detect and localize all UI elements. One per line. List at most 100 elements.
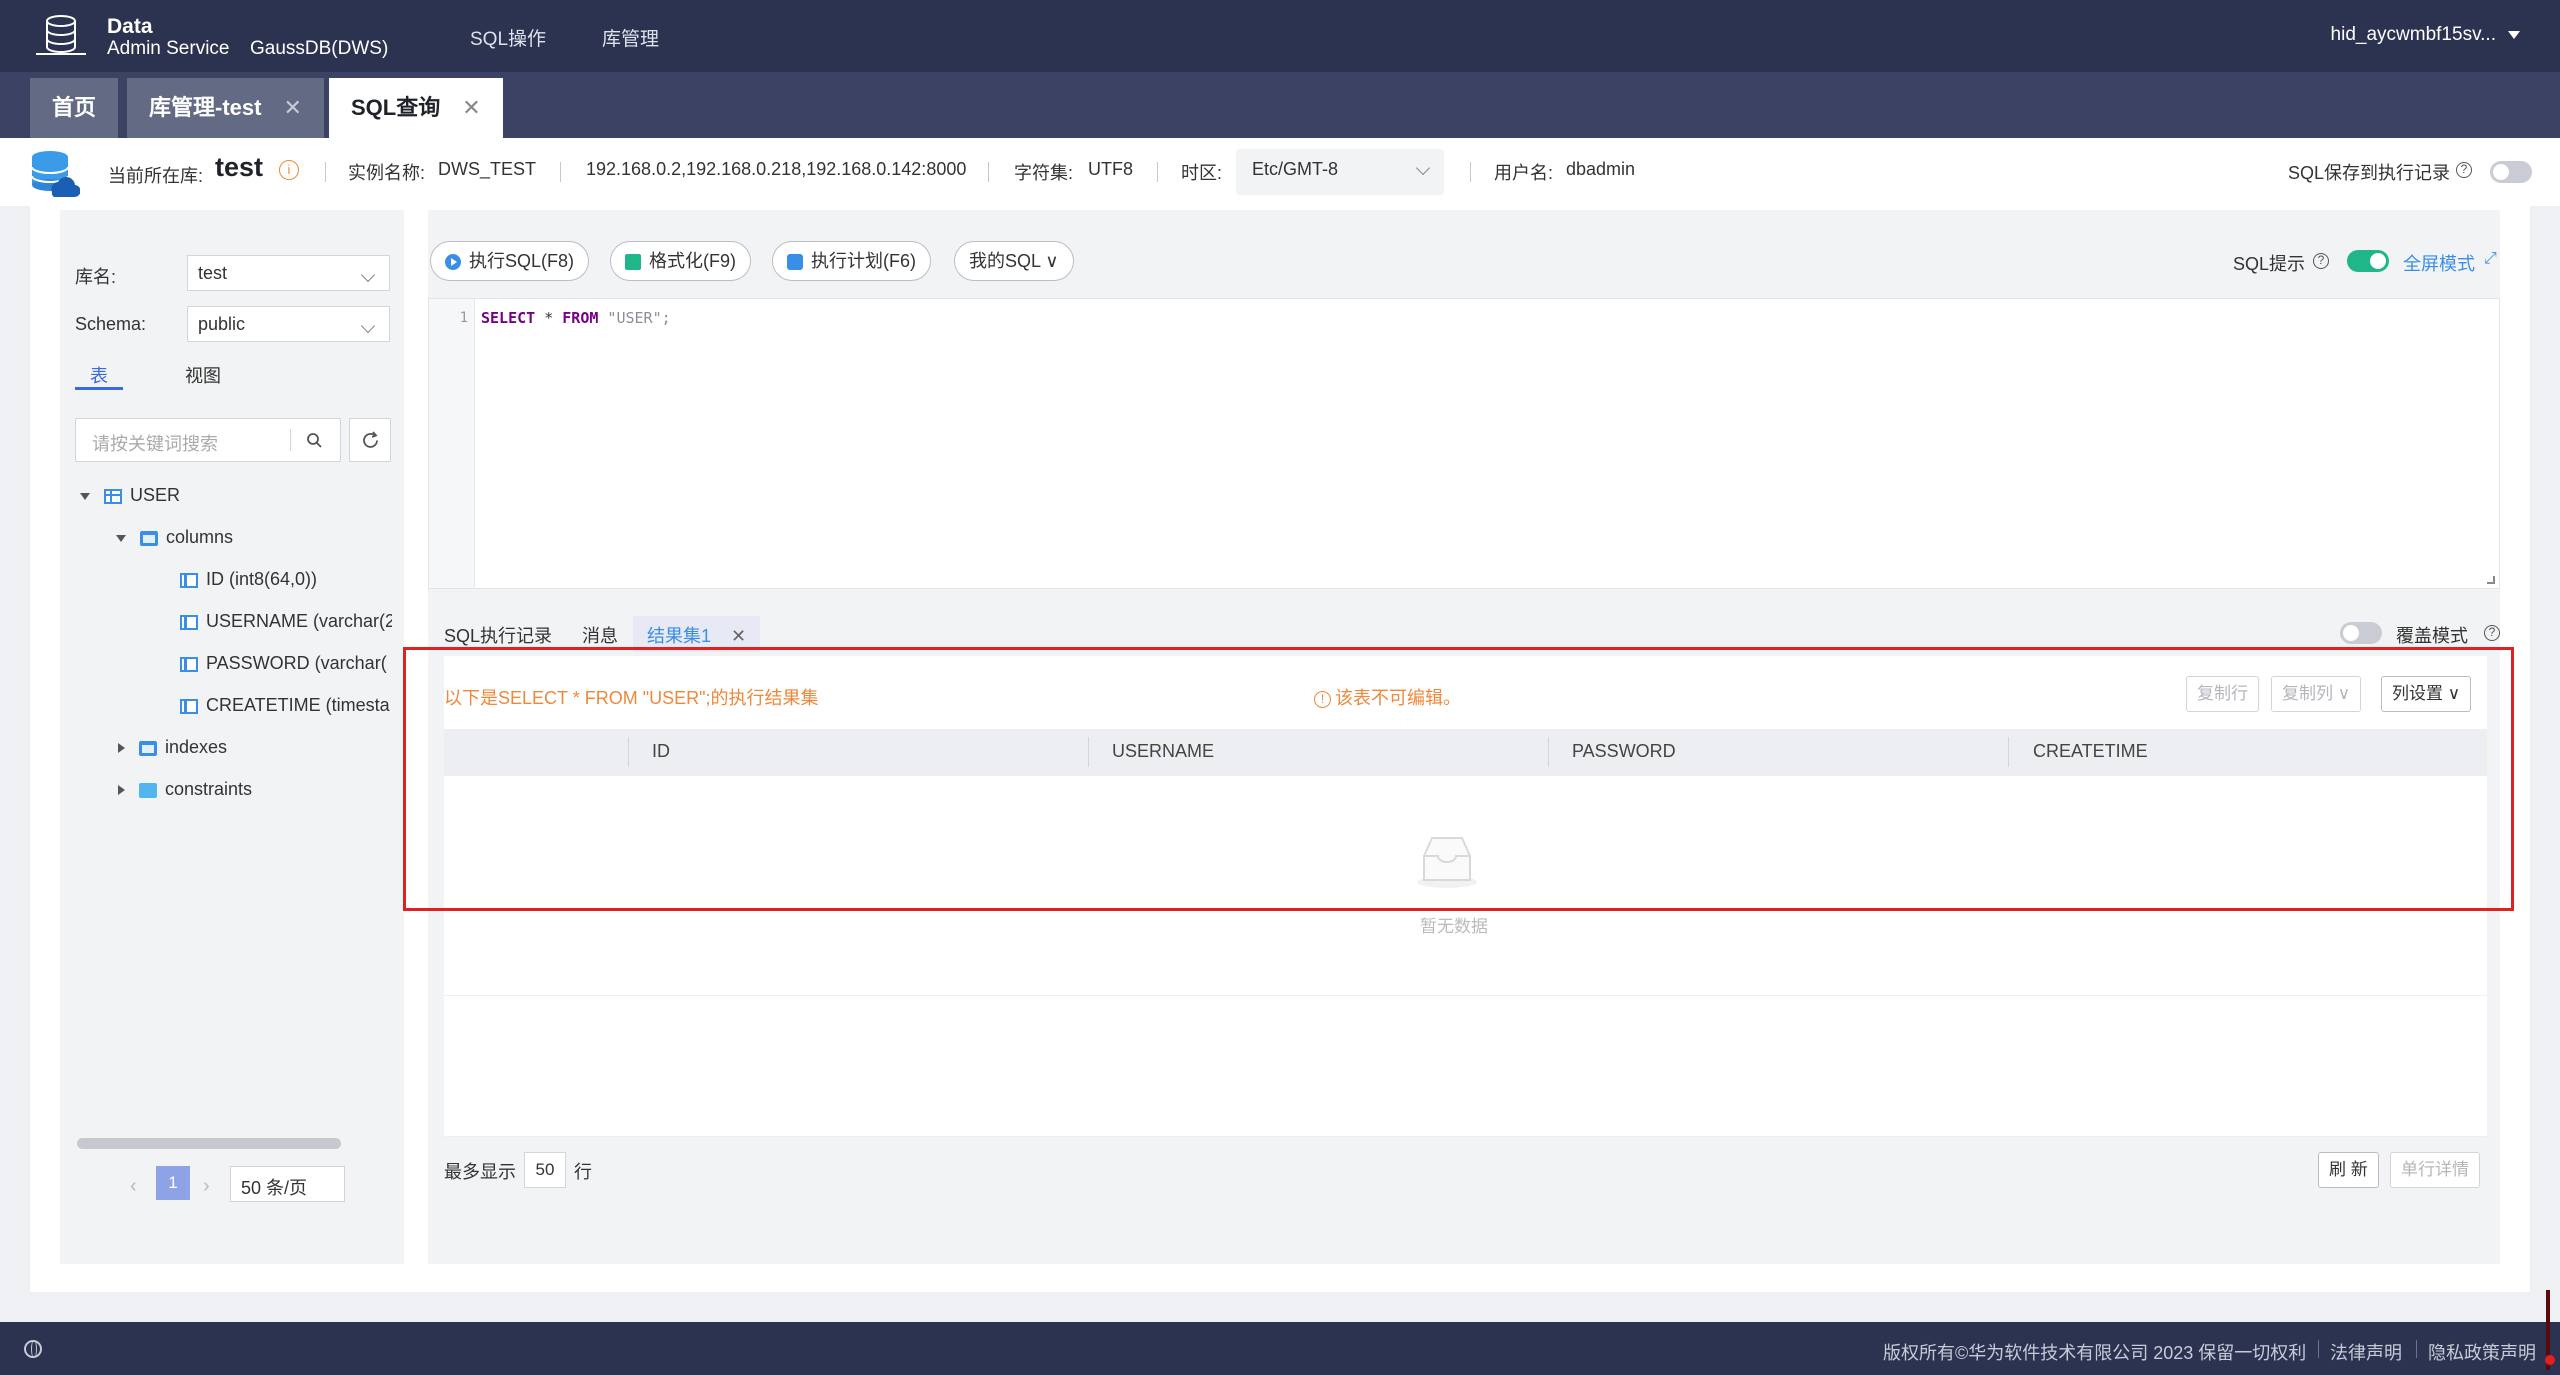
save-record-toggle[interactable]	[2490, 161, 2532, 183]
sql-hint-label: SQL提示	[2233, 254, 2306, 274]
current-db-name: test	[215, 152, 264, 182]
privacy-link[interactable]: 隐私政策声明	[2428, 1339, 2536, 1365]
page-size-select[interactable]: 50 条/页	[230, 1166, 345, 1202]
tab-sql-query[interactable]: SQL查询 ✕	[329, 78, 503, 138]
row-detail-button[interactable]: 单行详情	[2390, 1152, 2480, 1188]
brand-line2: Admin Service	[107, 38, 230, 59]
legal-link[interactable]: 法律声明	[2330, 1339, 2402, 1365]
sql-keyword: SELECT	[481, 309, 536, 327]
column-name: ID (int8(64,0))	[206, 569, 318, 589]
tab-messages[interactable]: 消息	[582, 622, 618, 648]
top-bar: Data Admin Service GaussDB(DWS) SQL操作 库管…	[0, 0, 2560, 72]
tree-node-column[interactable]: PASSWORD (varchar(	[180, 650, 392, 676]
save-record-label: SQL保存到执行记录	[2288, 163, 2451, 183]
column-name: USERNAME (varchar(2	[206, 611, 392, 631]
sql-editor[interactable]: 1 SELECT * FROM "USER";	[428, 298, 2500, 589]
timezone-select[interactable]: Etc/GMT-8	[1236, 149, 1444, 195]
charset-value: UTF8	[1088, 159, 1133, 179]
chevron-down-icon: ∨	[1040, 251, 1059, 271]
schema-select[interactable]: public	[187, 306, 390, 342]
tab-sql-history[interactable]: SQL执行记录	[444, 622, 552, 648]
footer: 版权所有©华为软件技术有限公司 2023 保留一切权利 法律声明 隐私政策声明	[0, 1322, 2560, 1375]
current-db-label: 当前所在库:	[108, 166, 204, 186]
tab-sql-query-label: SQL查询	[351, 95, 441, 120]
copyright-text: 版权所有©华为软件技术有限公司 2023 保留一切权利	[1883, 1343, 2307, 1363]
expand-arrow-icon[interactable]	[80, 492, 90, 500]
expand-arrow-icon[interactable]	[118, 743, 125, 754]
sql-keyword: FROM	[562, 309, 599, 327]
horizontal-scrollbar[interactable]	[77, 1138, 341, 1149]
tab-db-manage-label: 库管理-test	[149, 95, 262, 120]
overwrite-mode-label: 覆盖模式	[2396, 626, 2468, 646]
resize-handle[interactable]	[2487, 576, 2495, 584]
expand-arrow-icon[interactable]	[116, 534, 126, 542]
close-icon[interactable]: ✕	[731, 626, 746, 646]
sql-hint-toggle[interactable]	[2347, 250, 2389, 272]
explain-plan-button[interactable]: 执行计划(F6)	[772, 241, 931, 281]
help-icon[interactable]: ?	[2456, 162, 2472, 178]
max-rows-input[interactable]: 50	[524, 1152, 566, 1188]
tree-node-constraints[interactable]: constraints	[118, 776, 252, 802]
my-sql-button[interactable]: 我的SQL ∨	[954, 241, 1074, 281]
overwrite-mode-toggle[interactable]	[2340, 622, 2382, 644]
search-placeholder: 请按关键词搜索	[92, 434, 218, 454]
constraints-label: constraints	[165, 779, 253, 799]
sql-string: "USER";	[598, 309, 671, 327]
tree-node-column[interactable]: USERNAME (varchar(2	[180, 608, 392, 634]
brand-product: GaussDB(DWS)	[250, 38, 389, 59]
folder-icon	[140, 530, 158, 546]
column-icon	[180, 572, 198, 588]
object-browser-panel	[60, 210, 404, 1264]
tab-views[interactable]: 视图	[185, 362, 221, 388]
result-tab-label: 结果集1	[647, 626, 712, 646]
refresh-button[interactable]	[349, 418, 391, 462]
fullscreen-link[interactable]: 全屏模式	[2403, 250, 2475, 276]
chevron-down-icon	[360, 318, 376, 334]
db-select[interactable]: test	[187, 255, 390, 291]
expand-icon[interactable]: ⤢	[2484, 250, 2497, 268]
nav-db-manage[interactable]: 库管理	[602, 24, 659, 51]
prev-page-icon[interactable]: ‹	[130, 1175, 137, 1198]
help-icon[interactable]: ?	[2313, 253, 2329, 269]
caret-down-icon	[2508, 30, 2520, 39]
tab-home[interactable]: 首页	[30, 78, 119, 138]
my-sql-label: 我的SQL	[969, 251, 1041, 271]
help-icon[interactable]: ?	[2484, 625, 2500, 641]
nav-sql-ops[interactable]: SQL操作	[470, 24, 546, 51]
tree-node-column[interactable]: CREATETIME (timesta	[180, 692, 392, 718]
execute-sql-button[interactable]: 执行SQL(F8)	[430, 241, 590, 281]
close-icon[interactable]: ✕	[283, 95, 301, 120]
line-numbers: 1	[429, 299, 475, 588]
next-page-icon[interactable]: ›	[203, 1175, 210, 1198]
tree-node-indexes[interactable]: indexes	[118, 734, 227, 760]
max-show-label: 最多显示	[444, 1162, 516, 1182]
expand-arrow-icon[interactable]	[118, 785, 125, 796]
page-size-value: 50 条/页	[241, 1178, 308, 1198]
user-menu[interactable]: hid_aycwmbf15sv...	[2331, 24, 2520, 46]
tab-tables[interactable]: 表	[90, 362, 108, 388]
divider	[444, 995, 2487, 996]
column-name: PASSWORD (varchar(	[206, 653, 387, 673]
close-icon[interactable]: ✕	[462, 95, 480, 120]
db-select-label: 库名:	[75, 267, 117, 287]
format-button[interactable]: 格式化(F9)	[610, 241, 751, 281]
globe-icon[interactable]	[24, 1340, 42, 1358]
sql-code[interactable]: SELECT * FROM "USER";	[481, 309, 671, 327]
table-name: USER	[130, 485, 181, 505]
column-icon	[180, 614, 198, 630]
tree-node-table[interactable]: USER	[80, 482, 180, 508]
play-icon	[445, 254, 461, 271]
highlight-box	[403, 647, 2514, 911]
page-button[interactable]: 1	[156, 1166, 190, 1200]
divider	[444, 1136, 2487, 1137]
tree-node-column[interactable]: ID (int8(64,0))	[180, 566, 317, 592]
active-tab-indicator	[75, 387, 123, 390]
object-search-input[interactable]: 请按关键词搜索	[75, 418, 341, 462]
info-icon[interactable]: i	[279, 160, 299, 180]
refresh-result-button[interactable]: 刷 新	[2318, 1152, 2379, 1188]
search-icon[interactable]	[306, 432, 323, 449]
format-label: 格式化(F9)	[649, 251, 736, 271]
tree-node-columns[interactable]: columns	[116, 524, 233, 550]
tab-db-manage[interactable]: 库管理-test ✕	[127, 78, 324, 138]
instance-name: DWS_TEST	[438, 159, 537, 179]
